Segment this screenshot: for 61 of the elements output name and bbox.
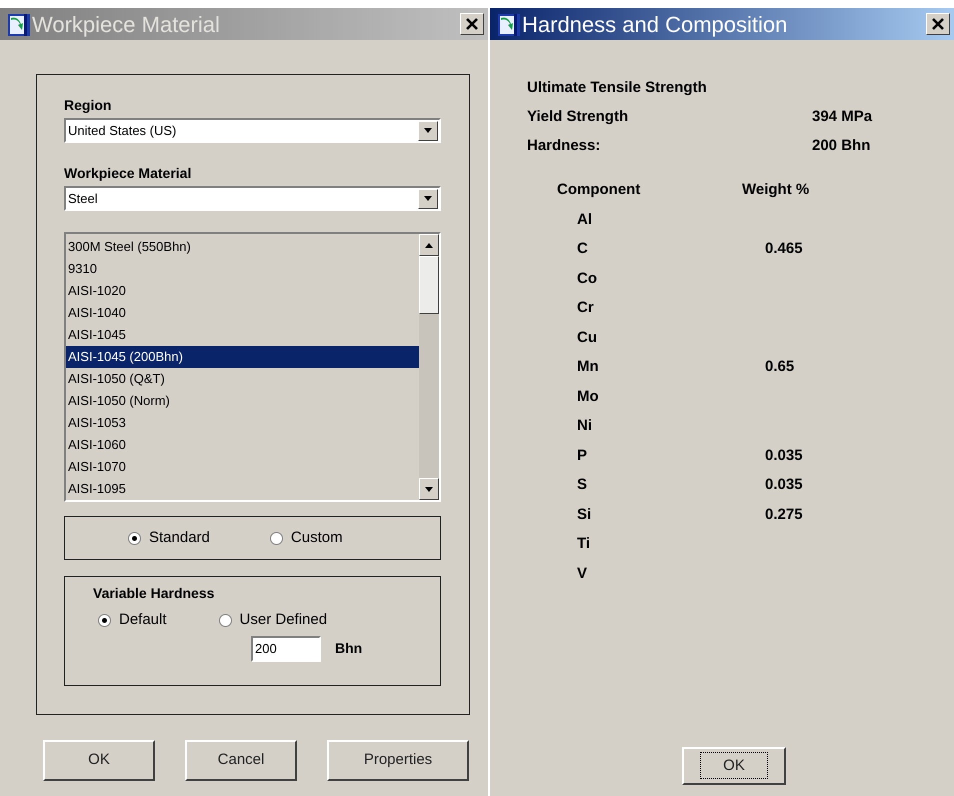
weight-cell-text: 0.035 bbox=[765, 446, 804, 466]
list-item[interactable]: AISI-1060 bbox=[66, 434, 419, 456]
property-value: 200 Bhn bbox=[812, 136, 870, 156]
list-item[interactable]: AISI-1040 bbox=[66, 302, 419, 324]
window-title: Hardness and Composition bbox=[522, 10, 788, 39]
list-item[interactable]: AISI-1053 bbox=[66, 412, 419, 434]
close-icon bbox=[465, 18, 479, 30]
close-button[interactable] bbox=[460, 13, 484, 35]
dialog-button[interactable]: Properties bbox=[327, 740, 469, 781]
list-item[interactable]: 300M Steel (550Bhn) bbox=[66, 236, 419, 258]
weight-cell-text: 0.275 bbox=[765, 504, 804, 524]
unit-label: Bhn bbox=[335, 640, 362, 657]
radio-option[interactable]: User Defined bbox=[218, 609, 328, 632]
element-cell-text: Al bbox=[577, 210, 593, 230]
group-title: Variable Hardness bbox=[93, 585, 216, 602]
radio-option[interactable]: Custom bbox=[270, 526, 343, 550]
ok-button[interactable]: OK bbox=[682, 747, 786, 785]
material-dropdown[interactable]: Steel bbox=[64, 186, 441, 211]
field-label: Workpiece Material bbox=[64, 165, 192, 182]
element-cell-text: Ni bbox=[577, 416, 593, 436]
weight-cell-text: 0.035 bbox=[765, 475, 804, 495]
column-header: Weight % bbox=[742, 180, 810, 200]
field-label: Region bbox=[64, 97, 112, 114]
element-cell-text: C bbox=[577, 239, 589, 259]
window-title: Workpiece Material bbox=[32, 10, 221, 39]
scroll-thumb[interactable] bbox=[419, 256, 439, 314]
property-label: Yield Strength bbox=[527, 107, 630, 128]
element-cell-text: Cu bbox=[577, 328, 598, 348]
scrollbar[interactable] bbox=[419, 234, 439, 500]
app-icon bbox=[498, 12, 520, 36]
element-cell-text: Cr bbox=[577, 298, 595, 318]
property-value: 394 MPa bbox=[812, 107, 872, 128]
list-item[interactable]: 9310 bbox=[66, 258, 419, 280]
element-cell-text: Ti bbox=[577, 534, 592, 554]
element-cell-text: S bbox=[577, 475, 588, 495]
region-dropdown[interactable]: United States (US) bbox=[64, 118, 441, 143]
element-cell-text: Mo bbox=[577, 386, 600, 406]
property-label: Hardness: bbox=[527, 136, 602, 156]
list-item[interactable]: AISI-1045 bbox=[66, 324, 419, 346]
weight-cell-text: 0.465 bbox=[765, 239, 804, 259]
close-button[interactable] bbox=[926, 13, 950, 35]
dialog-button[interactable]: Cancel bbox=[185, 740, 297, 781]
list-item[interactable]: AISI-1050 (Norm) bbox=[66, 390, 419, 412]
element-cell-text: V bbox=[577, 564, 588, 584]
element-cell-text: P bbox=[577, 446, 588, 466]
weight-cell-text: 0.65 bbox=[765, 357, 796, 377]
list-item[interactable]: AISI-1020 bbox=[66, 280, 419, 302]
element-cell-text: Co bbox=[577, 268, 598, 288]
list-item[interactable]: AISI-1070 bbox=[66, 456, 419, 478]
element-cell-text: Si bbox=[577, 504, 592, 524]
element-cell-text: Mn bbox=[577, 357, 600, 377]
radio-option[interactable]: Standard bbox=[128, 526, 210, 550]
hardness-input[interactable]: 200 bbox=[251, 636, 321, 662]
property-label: Ultimate Tensile Strength bbox=[527, 78, 708, 98]
app-icon bbox=[8, 12, 30, 36]
list-item[interactable]: AISI-1045 (200Bhn) bbox=[66, 346, 419, 368]
list-item[interactable]: AISI-1050 (Q&T) bbox=[66, 368, 419, 390]
close-icon bbox=[931, 18, 945, 30]
radio-option[interactable]: Default bbox=[98, 609, 167, 632]
dialog-button[interactable]: OK bbox=[43, 740, 155, 781]
list-item[interactable]: AISI-1095 bbox=[66, 478, 419, 500]
